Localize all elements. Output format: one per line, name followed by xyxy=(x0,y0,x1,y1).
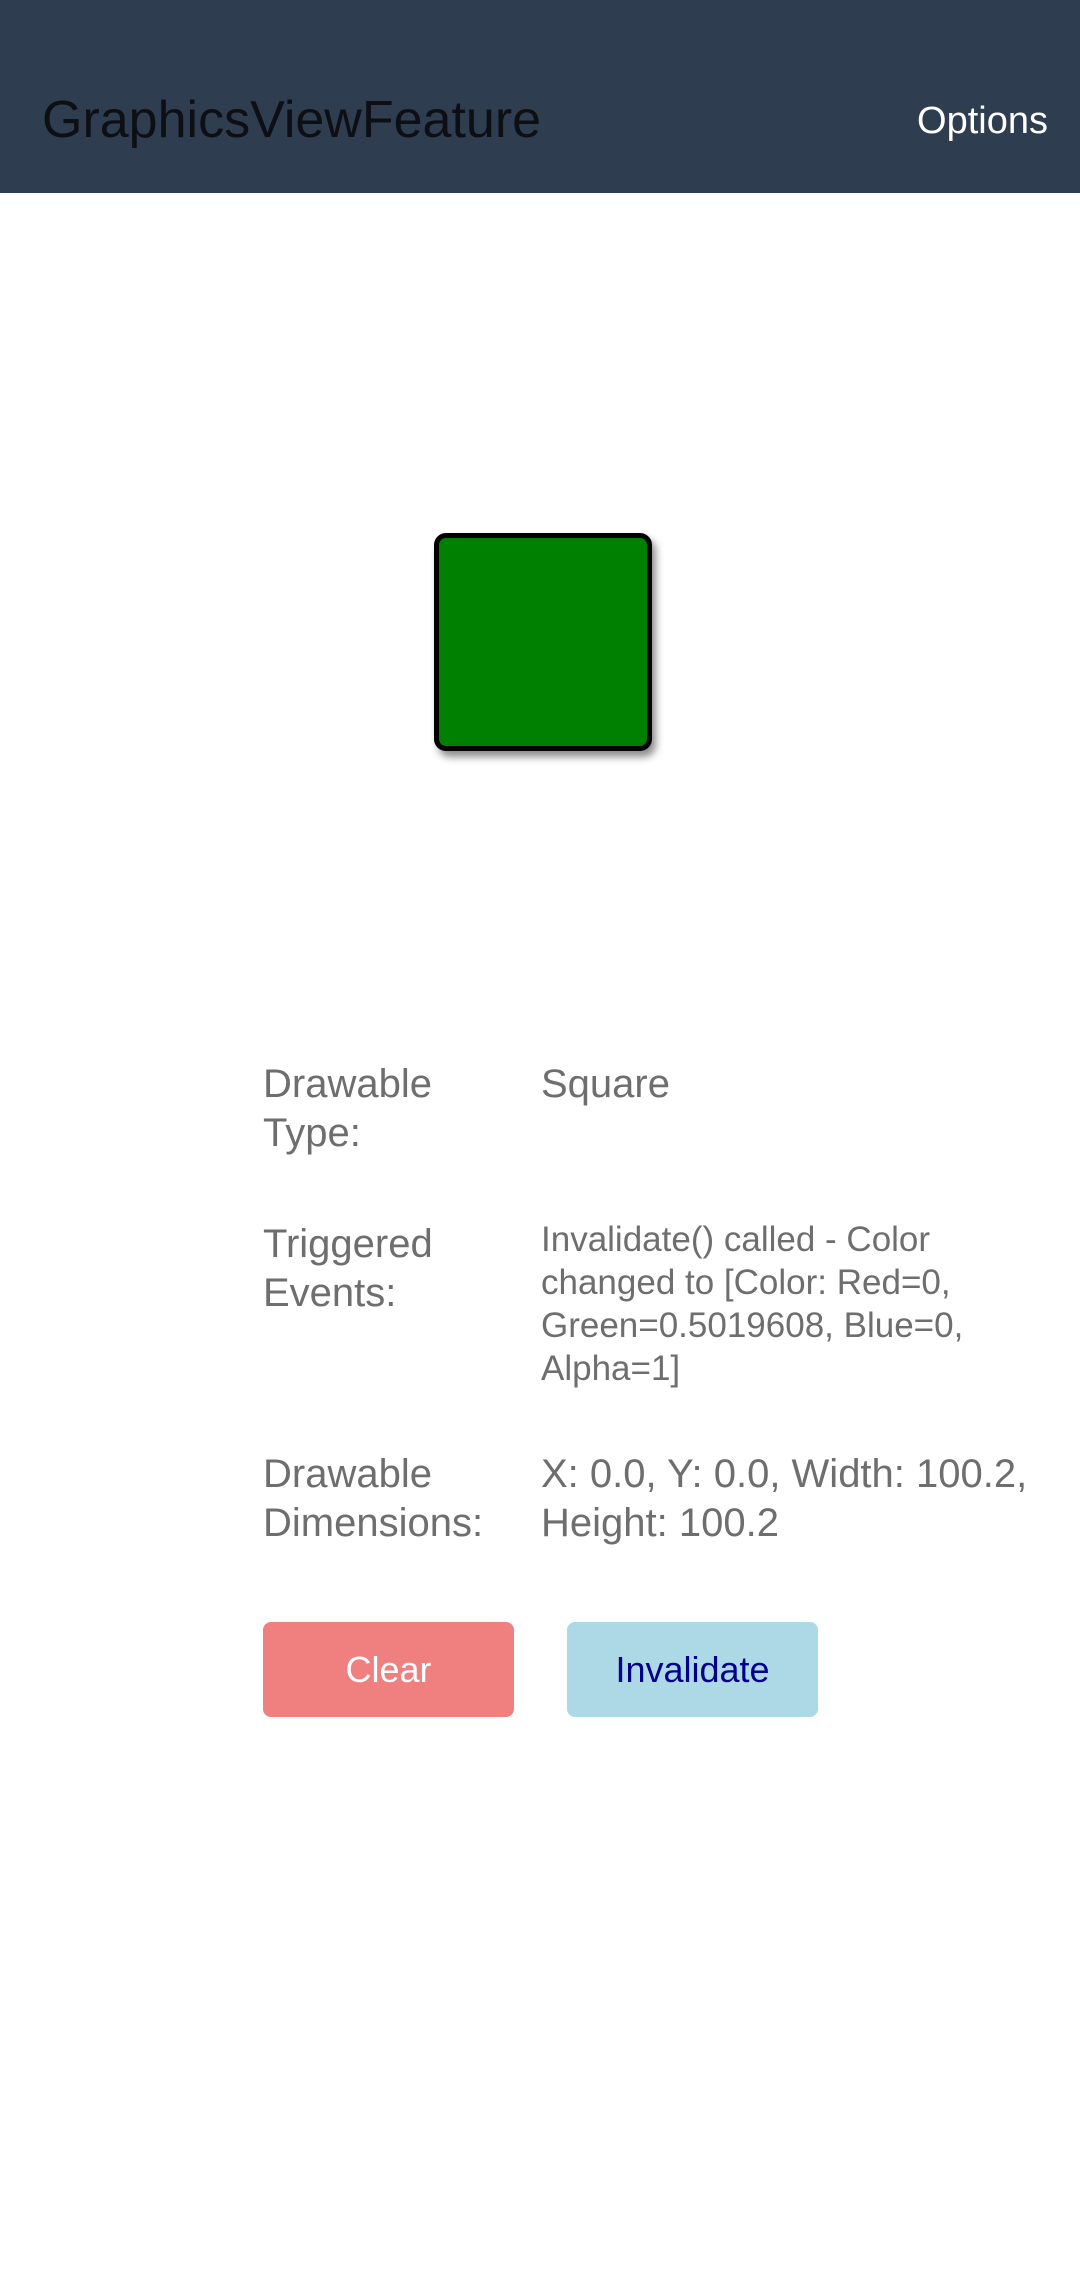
app-toolbar: GraphicsViewFeature Options xyxy=(0,0,1080,193)
page-title: GraphicsViewFeature xyxy=(42,91,542,149)
drawable-square xyxy=(434,533,652,751)
triggered-events-value: Invalidate() called - Color changed to [… xyxy=(541,1220,964,1388)
drawable-type-label: Drawable Type: xyxy=(263,1062,432,1155)
drawable-dimensions-value: X: 0.0, Y: 0.0, Width: 100.2, Height: 10… xyxy=(541,1452,1028,1545)
drawable-dimensions-label: Drawable Dimensions: xyxy=(263,1452,484,1545)
graphics-view[interactable] xyxy=(0,193,1080,993)
drawable-type-value: Square xyxy=(541,1062,670,1106)
clear-button[interactable]: Clear xyxy=(263,1622,514,1717)
options-menu-button[interactable]: Options xyxy=(917,98,1048,144)
invalidate-button[interactable]: Invalidate xyxy=(567,1622,818,1717)
triggered-events-label: Triggered Events: xyxy=(263,1222,433,1315)
